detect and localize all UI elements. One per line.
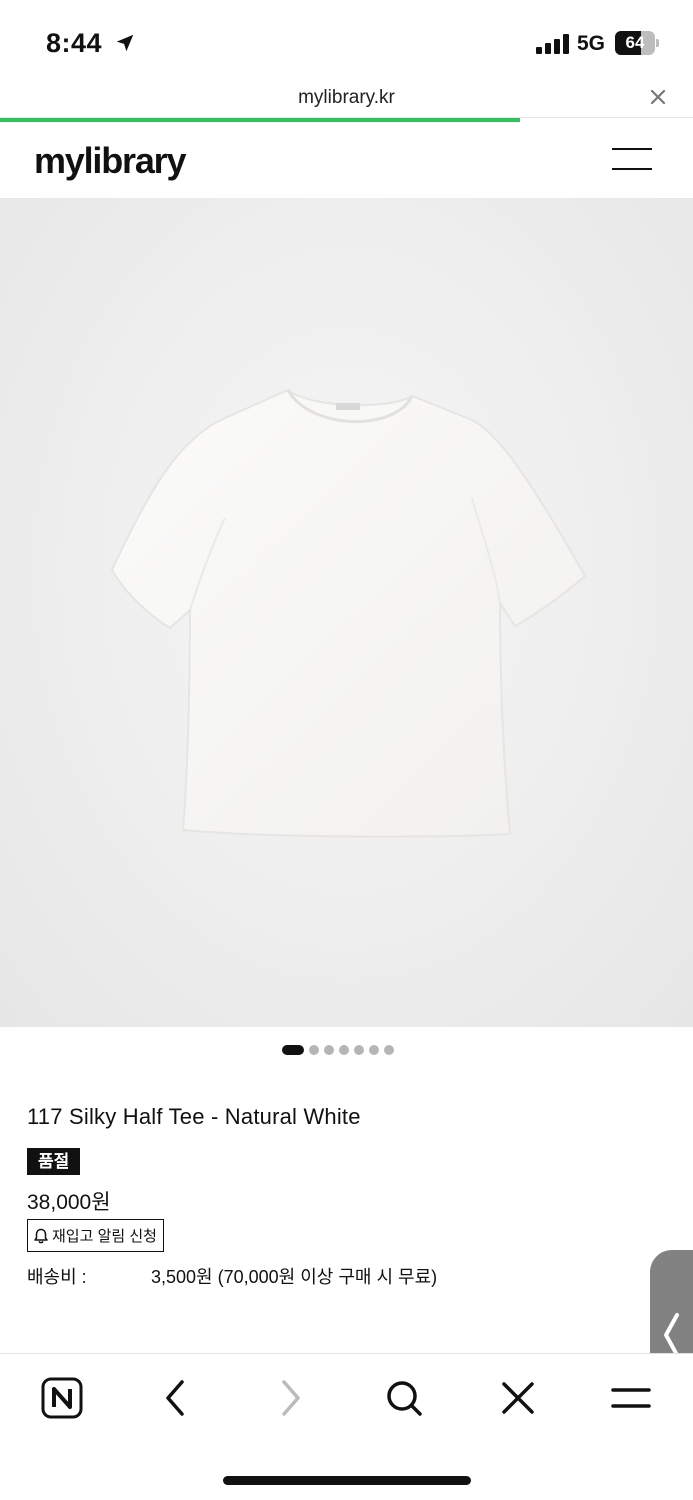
sold-out-badge: 품절: [27, 1148, 81, 1175]
search-icon[interactable]: [382, 1376, 426, 1420]
product-image[interactable]: [0, 198, 693, 1027]
shipping-label: 배송비 :: [27, 1267, 87, 1287]
shipping-value: 3,500원 (70,000원 이상 구매 시 무료): [151, 1267, 438, 1287]
bell-icon: [34, 1228, 48, 1243]
url-bar[interactable]: mylibrary.kr: [0, 80, 693, 118]
menu-icon[interactable]: [609, 1376, 653, 1420]
site-logo[interactable]: mylibrary: [34, 140, 186, 182]
cellular-signal-icon: [536, 34, 570, 54]
restock-alert-button[interactable]: 재입고 알림 신청: [27, 1219, 164, 1252]
back-icon[interactable]: [154, 1376, 198, 1420]
site-header: mylibrary: [0, 122, 693, 198]
hamburger-icon[interactable]: [608, 146, 656, 172]
carousel-dot[interactable]: [282, 1045, 304, 1055]
carousel-dot[interactable]: [309, 1045, 319, 1055]
restock-button-label: 재입고 알림 신청: [52, 1228, 157, 1245]
carousel-dot[interactable]: [324, 1045, 334, 1055]
battery-icon: 64: [615, 31, 659, 55]
carousel-dot[interactable]: [384, 1045, 394, 1055]
carousel-dot[interactable]: [369, 1045, 379, 1055]
home-indicator[interactable]: [223, 1476, 471, 1485]
t-shirt-image: [110, 388, 587, 838]
network-type: 5G: [577, 32, 606, 55]
product-title: 117 Silky Half Tee - Natural White: [27, 1104, 361, 1129]
chevron-left-icon: [664, 1313, 679, 1357]
status-bar: 8:44 5G 64: [0, 0, 693, 80]
naver-n-icon[interactable]: [40, 1376, 84, 1420]
url-text[interactable]: mylibrary.kr: [0, 87, 693, 109]
carousel-dot[interactable]: [354, 1045, 364, 1055]
battery-percent: 64: [625, 33, 645, 52]
carousel-dots[interactable]: [282, 1044, 394, 1056]
location-arrow-icon: [116, 34, 134, 52]
close-icon[interactable]: [648, 87, 668, 107]
forward-icon[interactable]: [268, 1376, 312, 1420]
status-time: 8:44: [46, 28, 103, 58]
close-tab-icon[interactable]: [496, 1376, 540, 1420]
carousel-dot[interactable]: [339, 1045, 349, 1055]
product-price: 38,000원: [27, 1191, 111, 1214]
